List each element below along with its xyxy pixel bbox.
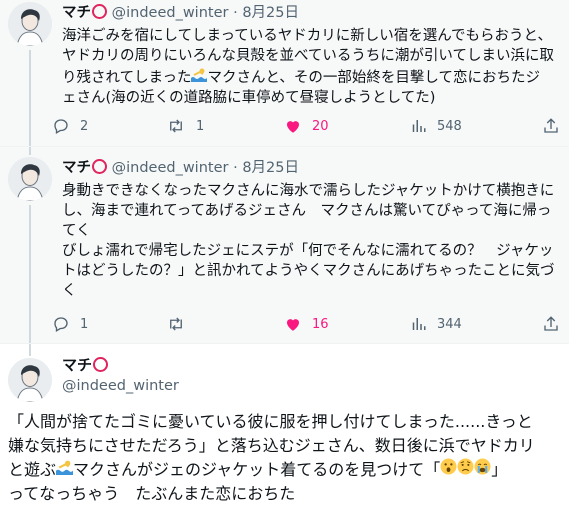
tweet-date[interactable]: 8月25日 <box>242 160 299 176</box>
views-count: 344 <box>437 316 462 332</box>
separator-dot: · <box>233 5 238 21</box>
crying-emoji <box>474 458 491 479</box>
like-button[interactable]: 20 <box>284 115 329 137</box>
tweet-line: 「人間が捨てたゴミに憂いている彼に服を押し付けてしまった......きっと <box>8 412 533 431</box>
share-button[interactable] <box>542 313 560 335</box>
avatar[interactable] <box>8 358 52 402</box>
tweet-actions: 1 16 344 <box>52 313 562 335</box>
retweet-icon <box>170 317 182 331</box>
tweet-line: 身動きできなくなったマクさんに海水で濡らしたジャケットかけて横抱きに <box>62 183 555 199</box>
like-count: 16 <box>312 316 329 332</box>
tweet-date[interactable]: 8月25日 <box>242 5 299 21</box>
views-count: 548 <box>437 118 462 134</box>
tweet-line: びしょ濡れで帰宅したジェにステが「何でそんなに濡れてるの？ ジャケッ <box>62 243 554 259</box>
tweet-header: マチ @indeed_winter · 8月25日 <box>62 159 299 177</box>
tweet-line: 海洋ごみを宿にしてしまっているヤドカリに新しい宿を選んでもらおうと、 <box>62 28 552 44</box>
astonished-emoji <box>440 458 457 479</box>
tweet-line: ってなっちゃう たぶんまた恋におちた <box>8 484 296 503</box>
thread-connector <box>29 50 31 146</box>
tweet-text: 海洋ごみを宿にしてしまっているヤドカリに新しい宿を選んでもらおうと、 ヤドカリの… <box>62 26 562 108</box>
thread-connector <box>29 147 31 155</box>
author-handle[interactable]: @indeed_winter <box>112 5 229 21</box>
views-button[interactable]: 548 <box>409 115 462 137</box>
author-name[interactable]: マチ <box>62 356 92 374</box>
tweet-line: と遊ぶ マクさんがジェのジャケット着てるのを見つけて「」 <box>8 458 508 479</box>
views-icon <box>412 120 426 132</box>
red-circle-icon <box>92 4 107 19</box>
retweet-count: 1 <box>196 118 205 134</box>
views-button[interactable]: 344 <box>409 313 462 335</box>
author-handle[interactable]: @indeed_winter <box>62 378 179 394</box>
tweet-header: マチ <box>62 356 109 374</box>
thread-connector <box>29 205 31 344</box>
tweet-header: マチ @indeed_winter · 8月25日 <box>62 4 299 22</box>
tweet-actions: 2 1 20 548 <box>52 115 562 137</box>
tweet-text: 「人間が捨てたゴミに憂いている彼に服を押し付けてしまった......きっと 嫌な… <box>8 410 563 506</box>
tweet-line: 嫌な気持ちにさせただろう」と落ち込むジェさん、数日後に浜でヤドカリ <box>8 436 535 455</box>
views-icon <box>412 318 426 330</box>
share-button[interactable] <box>542 115 560 137</box>
retweet-button[interactable] <box>166 313 186 335</box>
red-circle-icon <box>92 159 107 174</box>
reply-count: 1 <box>80 316 89 332</box>
author-name[interactable]: マチ <box>62 5 91 21</box>
tweet-text: 身動きできなくなったマクさんに海水で濡らしたジャケットかけて横抱きに し、海まで… <box>62 181 562 301</box>
separator-dot: · <box>233 160 238 176</box>
swimmer-emoji <box>56 458 74 479</box>
tweet-line: ェさん(海の近くの道路脇に車停めて昼寝しようとしてた) <box>62 90 436 106</box>
tweet-line: ヤドカリの周りにいろんな貝殻を並べているうちに潮が引いてしまい浜に取 <box>62 48 554 64</box>
swimmer-emoji <box>191 66 208 86</box>
tweet-line: し、海まで連れてってあげるジェさん マクさんは驚いてぴゃって海に帰っ <box>62 203 552 219</box>
heart-icon <box>287 319 299 331</box>
reply-button[interactable]: 1 <box>52 313 88 335</box>
tweet-1[interactable]: マチ @indeed_winter · 8月25日 海洋ごみを宿にしてしまってい… <box>0 0 569 146</box>
reply-icon <box>54 119 68 134</box>
tweet-line: てく <box>62 223 91 239</box>
tweet-line: トはどうしたの？」と訊かれてようやくマクさんにあげちゃったことに気づ <box>62 263 555 279</box>
retweet-icon <box>170 119 182 133</box>
tweet-2[interactable]: マチ @indeed_winter · 8月25日 身動きできなくなったマクさん… <box>0 146 569 344</box>
tweet-line: り残されてしまった マクさんと、その一部始終を目撃して恋におちたジ <box>62 66 562 88</box>
share-icon <box>544 316 558 331</box>
avatar[interactable] <box>8 157 52 201</box>
thread-connector <box>29 344 31 356</box>
red-circle-icon <box>93 357 109 372</box>
like-count: 20 <box>312 118 329 134</box>
avatar[interactable] <box>8 2 52 46</box>
reply-button[interactable]: 2 <box>52 115 88 137</box>
share-icon <box>544 118 558 133</box>
retweet-button[interactable]: 1 <box>166 115 204 137</box>
author-handle[interactable]: @indeed_winter <box>112 160 229 176</box>
worried-emoji <box>457 458 474 479</box>
tweet-line: く <box>62 283 77 299</box>
heart-icon <box>287 121 299 133</box>
author-name[interactable]: マチ <box>62 160 91 176</box>
like-button[interactable]: 16 <box>284 313 329 335</box>
reply-icon <box>54 317 68 332</box>
reply-count: 2 <box>80 118 89 134</box>
